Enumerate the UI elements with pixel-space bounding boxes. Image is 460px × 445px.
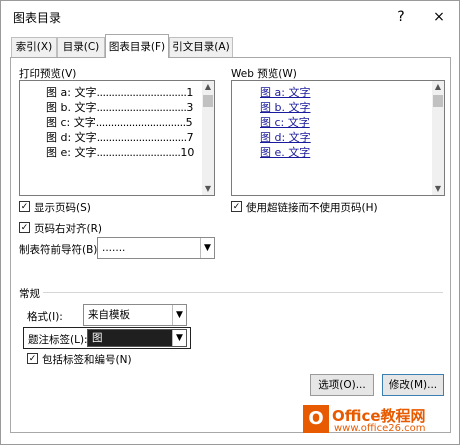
- caption-label-value: 图: [92, 332, 103, 344]
- formats-select[interactable]: 来自模板 ▼: [83, 304, 187, 326]
- web-entry-link[interactable]: 图 d: 文字: [260, 129, 311, 145]
- tab-table-of-authorities[interactable]: 引文目录(A): [169, 37, 233, 57]
- scroll-down-icon[interactable]: ▼: [202, 183, 214, 195]
- web-entry-link[interactable]: 图 e. 文字: [260, 144, 310, 160]
- web-entry-link[interactable]: 图 b. 文字: [260, 99, 310, 115]
- show-page-numbers-checkbox[interactable]: ✓: [19, 201, 30, 212]
- general-heading: 常规: [19, 288, 40, 300]
- chevron-down-icon[interactable]: ▼: [172, 305, 186, 325]
- tab-table-of-figures[interactable]: 图表目录(F): [105, 34, 169, 58]
- use-hyperlinks-label: 使用超链接而不使用页码(H): [246, 202, 378, 214]
- web-entry-link[interactable]: 图 a: 文字: [260, 84, 310, 100]
- show-page-numbers-label: 显示页码(S): [34, 202, 91, 214]
- use-hyperlinks-checkbox[interactable]: ✓: [231, 201, 242, 212]
- dialog-title: 图表目录: [13, 11, 62, 25]
- chevron-down-icon[interactable]: ▼: [200, 238, 214, 258]
- scroll-up-icon[interactable]: ▲: [432, 81, 444, 93]
- right-align-checkbox[interactable]: ✓: [19, 222, 30, 233]
- tab-toc[interactable]: 目录(C): [57, 37, 105, 57]
- print-preview-label: 打印预览(V): [19, 68, 77, 80]
- print-entry: 图 b. 文字..............................3: [46, 101, 194, 114]
- print-entry: 图 e: 文字............................10: [46, 146, 195, 159]
- scroll-thumb[interactable]: [433, 95, 443, 107]
- scroll-thumb[interactable]: [203, 95, 213, 107]
- scroll-down-icon[interactable]: ▼: [432, 183, 444, 195]
- print-entry: 图 d: 文字..............................7: [46, 131, 194, 144]
- chevron-down-icon[interactable]: ▼: [172, 330, 186, 346]
- tab-leader-value: .......: [102, 242, 126, 254]
- print-preview-scrollbar[interactable]: ▲ ▼: [202, 81, 214, 195]
- web-preview-scrollbar[interactable]: ▲ ▼: [432, 81, 444, 195]
- right-align-label: 页码右对齐(R): [34, 223, 102, 235]
- web-preview-label: Web 预览(W): [231, 68, 297, 80]
- close-button[interactable]: ×: [426, 5, 452, 29]
- print-entry: 图 c: 文字..............................5: [46, 116, 193, 129]
- tab-leader-label: 制表符前导符(B):: [19, 244, 101, 256]
- section-divider: [43, 292, 443, 293]
- web-entry-link[interactable]: 图 c: 文字: [260, 114, 310, 130]
- caption-label-select[interactable]: 图 ▼: [87, 329, 187, 347]
- tab-index[interactable]: 索引(X): [11, 37, 57, 57]
- include-label-label: 包括标签和编号(N): [42, 354, 132, 366]
- options-button[interactable]: 选项(O)...: [310, 374, 374, 396]
- title-bar: 图表目录 ? ×: [1, 1, 460, 35]
- formats-label: 格式(I):: [27, 311, 63, 323]
- web-preview-box: 图 a: 文字 图 b. 文字 图 c: 文字 图 d: 文字 图 e. 文字 …: [231, 80, 445, 196]
- modify-button[interactable]: 修改(M)...: [382, 374, 444, 396]
- print-preview-box: 图 a: 文字..............................1 图…: [19, 80, 215, 196]
- table-of-figures-dialog: 图表目录 ? × 索引(X) 目录(C) 图表目录(F) 引文目录(A) 打印预…: [0, 0, 460, 445]
- office-logo-icon: O: [303, 405, 329, 433]
- scroll-up-icon[interactable]: ▲: [202, 81, 214, 93]
- help-button[interactable]: ?: [388, 5, 414, 29]
- print-entry: 图 a: 文字..............................1: [46, 86, 194, 99]
- watermark-url: www.office26.com: [334, 423, 426, 434]
- formats-value: 来自模板: [88, 309, 130, 321]
- print-preview-content: 图 a: 文字..............................1 图…: [20, 81, 202, 195]
- tab-leader-select[interactable]: ....... ▼: [97, 237, 215, 259]
- caption-label-label: 题注标签(L):: [28, 334, 88, 346]
- include-label-checkbox[interactable]: ✓: [27, 353, 38, 364]
